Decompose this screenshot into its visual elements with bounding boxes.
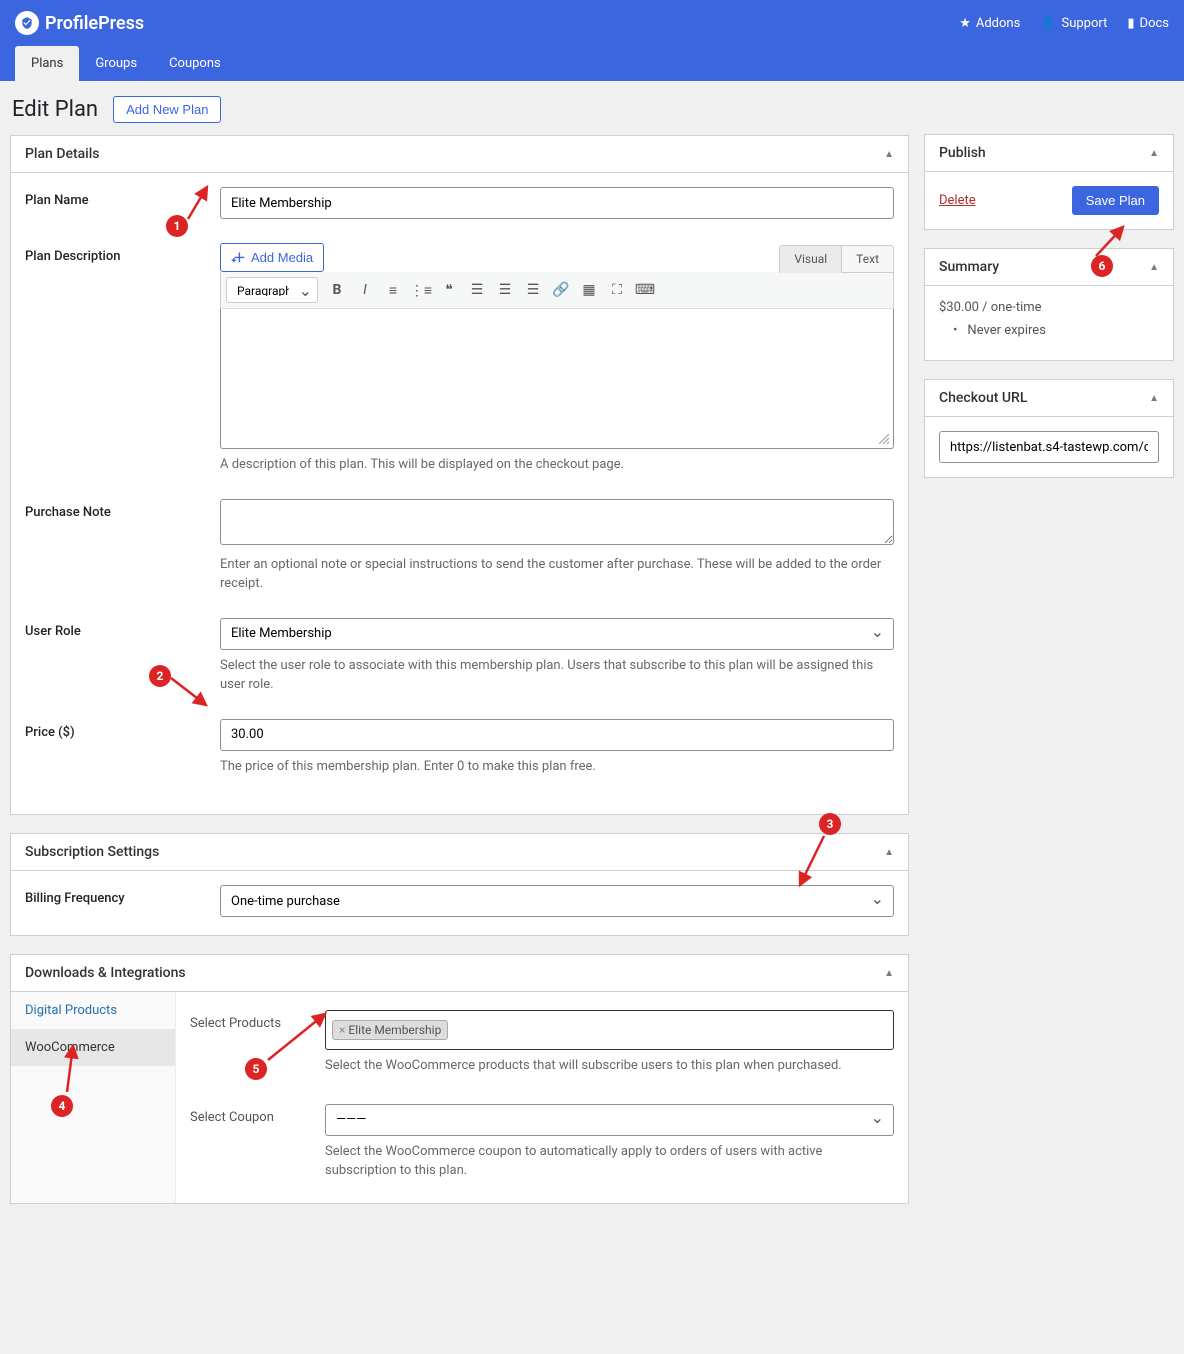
product-token: × Elite Membership — [332, 1020, 448, 1040]
dl-tab-digital[interactable]: Digital Products — [11, 992, 175, 1029]
select-coupon-label: Select Coupon — [190, 1104, 325, 1181]
purchase-note-input[interactable] — [220, 499, 894, 545]
link-icon[interactable]: 🔗 — [548, 277, 574, 303]
resize-handle-icon[interactable] — [879, 434, 889, 444]
add-new-plan-button[interactable]: Add New Plan — [113, 96, 221, 123]
italic-icon[interactable]: I — [352, 277, 378, 303]
summary-expiry-text: Never expires — [967, 323, 1046, 338]
billing-frequency-select[interactable]: One-time purchase — [220, 885, 894, 917]
user-role-select[interactable]: Elite Membership — [220, 618, 894, 650]
plan-description-editor[interactable] — [220, 309, 894, 449]
star-icon: ★ — [959, 16, 971, 31]
plan-details-title: Plan Details — [25, 146, 100, 162]
select-products-help: Select the WooCommerce products that wil… — [325, 1056, 894, 1076]
support-link[interactable]: 👤 Support — [1040, 16, 1107, 31]
tab-coupons[interactable]: Coupons — [153, 46, 237, 81]
summary-price: $30.00 / one-time — [939, 300, 1159, 315]
tab-plans[interactable]: Plans — [15, 46, 79, 81]
editor-tab-visual[interactable]: Visual — [779, 245, 841, 273]
save-plan-button[interactable]: Save Plan — [1072, 186, 1159, 215]
delete-link[interactable]: Delete — [939, 193, 976, 208]
align-center-icon[interactable]: ☰ — [492, 277, 518, 303]
collapse-icon[interactable]: ▲ — [1149, 148, 1159, 159]
brand-name: ProfilePress — [45, 13, 144, 34]
bold-icon[interactable]: B — [324, 277, 350, 303]
publish-title: Publish — [939, 145, 986, 161]
remove-token-icon[interactable]: × — [339, 1023, 345, 1037]
user-icon: 👤 — [1040, 16, 1056, 31]
align-right-icon[interactable]: ☰ — [520, 277, 546, 303]
checkout-url-panel: Checkout URL ▲ — [924, 379, 1174, 478]
plan-description-label: Plan Description — [25, 243, 220, 475]
collapse-icon[interactable]: ▲ — [1149, 393, 1159, 404]
billing-frequency-label: Billing Frequency — [25, 885, 220, 917]
price-help: The price of this membership plan. Enter… — [220, 757, 894, 777]
user-role-help: Select the user role to associate with t… — [220, 656, 894, 695]
summary-title: Summary — [939, 259, 999, 275]
select-products-label: Select Products — [190, 1010, 325, 1076]
add-media-button[interactable]: Add Media — [220, 243, 324, 272]
plan-details-panel: Plan Details ▲ Plan Name Plan Descriptio… — [10, 135, 909, 815]
downloads-panel: Downloads & Integrations ▲ Digital Produ… — [10, 954, 909, 1204]
checkout-url-input[interactable] — [939, 431, 1159, 463]
bullet-list-icon[interactable]: ≡ — [380, 277, 406, 303]
more-icon[interactable]: ▦ — [576, 277, 602, 303]
downloads-title: Downloads & Integrations — [25, 965, 186, 981]
purchase-note-label: Purchase Note — [25, 499, 220, 594]
select-products-input[interactable]: × Elite Membership — [325, 1010, 894, 1050]
checkout-url-title: Checkout URL — [939, 390, 1027, 406]
summary-panel: Summary ▲ $30.00 / one-time Never expire… — [924, 248, 1174, 361]
publish-panel: Publish ▲ Delete Save Plan 6 — [924, 134, 1174, 230]
price-input[interactable] — [220, 719, 894, 751]
plan-description-help: A description of this plan. This will be… — [220, 455, 894, 475]
addons-link[interactable]: ★ Addons — [959, 16, 1020, 31]
brand-logo: ProfilePress — [15, 11, 144, 35]
addons-label: Addons — [976, 16, 1020, 31]
fullscreen-icon[interactable]: ⛶ — [604, 277, 630, 303]
purchase-note-help: Enter an optional note or special instru… — [220, 555, 894, 594]
plan-name-label: Plan Name — [25, 187, 220, 219]
tab-groups[interactable]: Groups — [79, 46, 153, 81]
summary-expiry: Never expires — [939, 323, 1159, 338]
numbered-list-icon[interactable]: ⋮≡ — [408, 277, 434, 303]
collapse-icon[interactable]: ▲ — [884, 149, 894, 160]
subscription-settings-panel: 3 Subscription Settings ▲ Billing Freque… — [10, 833, 909, 936]
editor-tab-text[interactable]: Text — [841, 245, 894, 273]
page-title: Edit Plan — [12, 97, 98, 122]
book-icon: ▮ — [1127, 16, 1134, 31]
user-role-label: User Role — [25, 618, 220, 695]
collapse-icon[interactable]: ▲ — [1149, 262, 1159, 273]
price-label: Price ($) — [25, 719, 220, 777]
docs-link[interactable]: ▮ Docs — [1127, 16, 1169, 31]
subscription-settings-title: Subscription Settings — [25, 844, 159, 860]
dl-tab-woo[interactable]: WooCommerce — [11, 1029, 175, 1066]
support-label: Support — [1062, 16, 1108, 31]
select-coupon-help: Select the WooCommerce coupon to automat… — [325, 1142, 894, 1181]
align-left-icon[interactable]: ☰ — [464, 277, 490, 303]
docs-label: Docs — [1140, 16, 1169, 31]
brand-icon — [15, 11, 39, 35]
product-token-label: Elite Membership — [348, 1023, 441, 1037]
format-select[interactable]: Paragraph — [226, 277, 318, 303]
collapse-icon[interactable]: ▲ — [884, 968, 894, 979]
annotation-3: 3 — [819, 813, 841, 835]
kitchen-sink-icon[interactable]: ⌨ — [632, 277, 658, 303]
plan-name-input[interactable] — [220, 187, 894, 219]
add-media-label: Add Media — [251, 250, 313, 265]
media-icon — [231, 249, 245, 266]
collapse-icon[interactable]: ▲ — [884, 847, 894, 858]
quote-icon[interactable]: ❝ — [436, 277, 462, 303]
select-coupon-select[interactable]: ——— — [325, 1104, 894, 1136]
